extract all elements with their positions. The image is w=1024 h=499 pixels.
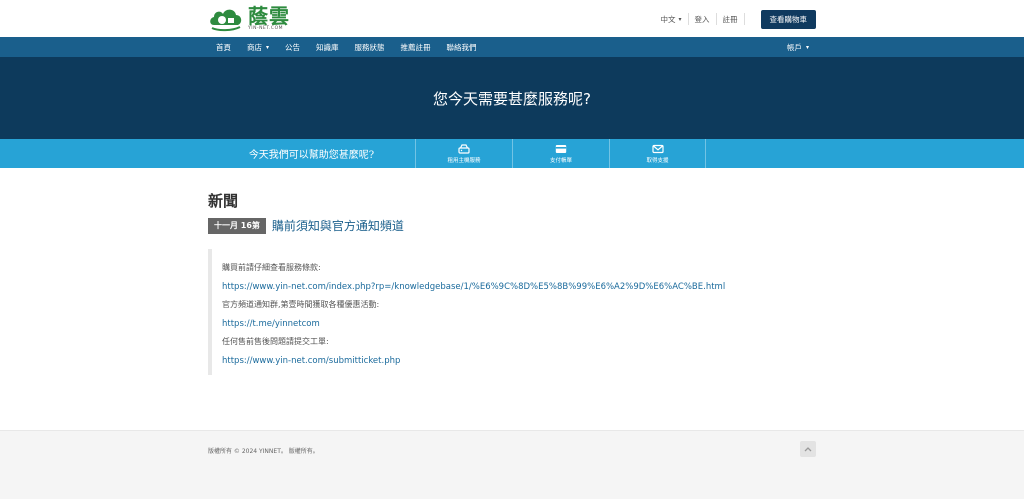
chevron-up-icon (804, 447, 812, 452)
nav-item-service-status[interactable]: 服務狀態 (347, 37, 393, 57)
nav-label: 首頁 (216, 42, 231, 52)
nav-item-store[interactable]: 商店 ▾ (239, 37, 277, 57)
logo-title: 蔭雲 (248, 4, 290, 29)
get-support-button[interactable]: 取得支援 (609, 139, 706, 168)
news-body: 購買前請仔細查看服務條款: https://www.yin-net.com/in… (208, 249, 816, 375)
order-hosting-button[interactable]: 租用主機服務 (415, 139, 512, 168)
help-strip: 今天我們可以幫助您甚麼呢? 租用主機服務 支付帳單 取得支援 (0, 139, 1024, 168)
login-link[interactable]: 登入 (689, 14, 716, 25)
nav-label: 商店 (247, 42, 262, 52)
logo-subtitle: YIN-NET.COM (248, 26, 283, 32)
site-logo[interactable]: 蔭雲 YIN-NET.COM (208, 4, 290, 34)
register-link[interactable]: 註冊 (717, 14, 744, 25)
nav-item-knowledgebase[interactable]: 知識庫 (308, 37, 347, 57)
news-text: 購買前請仔細查看服務條款: (222, 263, 321, 272)
divider (743, 13, 745, 25)
caret-down-icon: ▾ (678, 15, 682, 23)
nav-label: 服務狀態 (354, 42, 385, 52)
hero-banner: 您今天需要甚麼服務呢? (0, 57, 1024, 139)
cloud-logo-icon (210, 9, 242, 32)
help-question: 今天我們可以幫助您甚麼呢? (248, 150, 375, 161)
submit-ticket-link[interactable]: https://www.yin-net.com/submitticket.php (222, 356, 400, 366)
caret-down-icon: ▾ (805, 43, 809, 51)
pay-bill-button[interactable]: 支付帳單 (512, 139, 609, 168)
nav-label: 聯絡我們 (446, 42, 477, 52)
telegram-link[interactable]: https://t.me/yinnetcom (222, 319, 320, 329)
terms-link[interactable]: https://www.yin-net.com/index.php?rp=/kn… (222, 282, 725, 292)
news-text: 任何售前售後問題請提交工單: (222, 337, 329, 346)
nav-label: 公告 (285, 42, 301, 52)
back-to-top-button[interactable] (800, 441, 816, 457)
account-label: 帳戶 (786, 42, 802, 52)
news-title-link[interactable]: 購前須知與官方通知頻道 (272, 217, 404, 234)
date-badge: 十一月 16第 (208, 217, 266, 234)
nav-item-affiliates[interactable]: 推薦註冊 (393, 37, 439, 57)
page-title: 新聞 (208, 192, 239, 210)
news-text: 官方頻道通知群,第壹時間獲取各種優惠活動: (222, 300, 380, 309)
help-button-label: 取得支援 (646, 157, 669, 164)
account-menu[interactable]: 帳戶 ▾ (787, 37, 809, 57)
language-label: 中文 (660, 14, 676, 24)
hero-title: 您今天需要甚麼服務呢? (433, 89, 591, 108)
view-cart-button[interactable]: 查看購物車 (760, 9, 816, 29)
credit-card-icon (555, 144, 567, 153)
nav-label: 推薦註冊 (400, 42, 431, 52)
main-nav: 首頁 商店 ▾ 公告 知識庫 服務狀態 推薦註冊 聯絡我們 帳戶 ▾ (0, 37, 1024, 57)
envelope-icon (651, 144, 664, 153)
nav-item-contact[interactable]: 聯絡我們 (439, 37, 485, 57)
caret-down-icon: ▾ (266, 43, 270, 51)
nav-item-home[interactable]: 首頁 (208, 37, 239, 57)
nav-label: 知識庫 (316, 42, 339, 52)
server-icon (458, 143, 470, 154)
language-selector[interactable]: 中文 ▾ (654, 14, 687, 25)
news-heading: 十一月 16第 購前須知與官方通知頻道 (208, 217, 404, 234)
top-header: 蔭雲 YIN-NET.COM 中文 ▾ 登入 註冊 查看購物車 (0, 0, 1024, 37)
top-right-links: 中文 ▾ 登入 註冊 查看購物車 (654, 9, 816, 29)
help-button-label: 支付帳單 (549, 157, 572, 164)
copyright-text: 版權所有 © 2024 YINNET。 版權所有。 (208, 448, 319, 455)
nav-item-announcements[interactable]: 公告 (277, 37, 308, 57)
footer: 版權所有 © 2024 YINNET。 版權所有。 (0, 430, 1024, 499)
help-button-label: 租用主機服務 (447, 157, 481, 164)
